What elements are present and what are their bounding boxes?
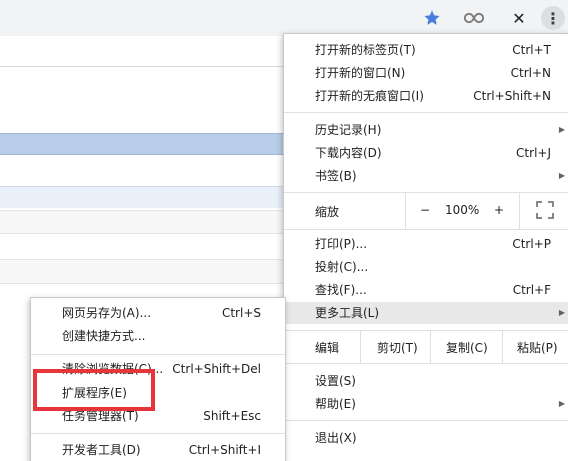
menu-item-new-tab[interactable]: 打开新的标签页(T) Ctrl+T xyxy=(284,39,568,61)
highlight-box xyxy=(33,369,155,411)
menu-item-new-window[interactable]: 打开新的窗口(N) Ctrl+N xyxy=(284,62,568,84)
infinity-extension-icon[interactable] xyxy=(462,6,486,30)
submenu-item-shortcut: Ctrl+Shift+Del xyxy=(172,362,261,376)
menu-item-label: 下载内容(D) xyxy=(315,146,382,160)
submenu-item-shortcut: Ctrl+S xyxy=(221,306,261,320)
menu-item-print[interactable]: 打印(P)... Ctrl+P xyxy=(284,233,568,255)
menu-item-shortcut: Ctrl+F xyxy=(512,283,551,297)
submenu-item-shortcut: Shift+Esc xyxy=(203,409,261,423)
menu-item-settings[interactable]: 设置(S) xyxy=(284,370,568,392)
bookmark-star-icon[interactable] xyxy=(420,6,444,30)
zoom-out-button[interactable]: − xyxy=(420,203,430,217)
menu-item-find[interactable]: 查找(F)... Ctrl+F xyxy=(284,279,568,301)
fullscreen-icon[interactable] xyxy=(536,201,554,222)
submenu-arrow-icon: ▶ xyxy=(558,308,565,317)
menu-item-cast[interactable]: 投射(C)... xyxy=(284,256,568,278)
menu-item-label: 更多工具(L) xyxy=(315,306,380,320)
edit-divider xyxy=(360,331,361,363)
submenu-item-label: 网页另存为(A)... xyxy=(62,306,152,320)
zoom-value: 100% xyxy=(445,203,480,217)
menu-item-more-tools[interactable]: 更多工具(L) ▶ xyxy=(284,302,568,324)
menu-item-exit[interactable]: 退出(X) xyxy=(284,427,568,449)
menu-item-label: 帮助(E) xyxy=(315,397,356,411)
menu-item-shortcut: Ctrl+P xyxy=(512,237,551,251)
submenu-item-label: 开发者工具(D) xyxy=(62,443,141,457)
submenu-separator xyxy=(31,433,285,434)
copy-button[interactable]: 复制(C) xyxy=(446,339,488,356)
menu-item-label: 设置(S) xyxy=(315,374,356,388)
menu-item-shortcut: Ctrl+T xyxy=(512,43,551,57)
close-glyph: ✕ xyxy=(512,8,526,28)
edit-divider xyxy=(430,331,431,363)
submenu-arrow-icon: ▶ xyxy=(558,171,565,180)
menu-item-help[interactable]: 帮助(E) ▶ xyxy=(284,393,568,415)
menu-separator xyxy=(284,363,568,364)
menu-item-downloads[interactable]: 下载内容(D) Ctrl+J xyxy=(284,142,568,164)
cut-button[interactable]: 剪切(T) xyxy=(377,339,418,356)
menu-item-shortcut: Ctrl+J xyxy=(516,146,551,160)
menu-item-label: 打开新的无痕窗口(I) xyxy=(315,89,424,103)
submenu-separator xyxy=(31,354,285,355)
menu-separator xyxy=(284,229,568,230)
zoom-label: 缩放 xyxy=(315,205,340,219)
close-icon[interactable]: ✕ xyxy=(507,6,531,30)
browser-toolbar: ✕ ⋮ xyxy=(0,0,568,36)
menu-item-label: 打开新的窗口(N) xyxy=(315,66,406,80)
menu-item-label: 打开新的标签页(T) xyxy=(315,43,416,57)
menu-item-new-incognito[interactable]: 打开新的无痕窗口(I) Ctrl+Shift+N xyxy=(284,85,568,107)
menu-item-shortcut: Ctrl+Shift+N xyxy=(473,89,551,103)
menu-item-history[interactable]: 历史记录(H) ▶ xyxy=(284,119,568,141)
menu-zoom-row: 缩放 − 100% + xyxy=(284,193,568,229)
address-bar[interactable] xyxy=(0,4,456,32)
submenu-item-shortcut: Ctrl+Shift+I xyxy=(188,443,261,457)
menu-item-label: 打印(P)... xyxy=(315,237,368,251)
submenu-arrow-icon: ▶ xyxy=(558,399,565,408)
edit-divider xyxy=(502,331,503,363)
menu-item-label: 历史记录(H) xyxy=(315,123,382,137)
menu-separator xyxy=(284,112,568,113)
submenu-item-save-page[interactable]: 网页另存为(A)... Ctrl+S xyxy=(31,302,285,324)
submenu-item-label: 创建快捷方式... xyxy=(62,329,146,343)
submenu-item-dev-tools[interactable]: 开发者工具(D) Ctrl+Shift+I xyxy=(31,439,285,461)
menu-edit-row: 编辑 剪切(T) 复制(C) 粘贴(P) xyxy=(284,331,568,363)
edit-label: 编辑 xyxy=(315,341,340,355)
submenu-item-create-shortcut[interactable]: 创建快捷方式... xyxy=(31,325,285,347)
menu-item-bookmarks[interactable]: 书签(B) ▶ xyxy=(284,165,568,187)
more-glyph: ⋮ xyxy=(545,8,561,28)
menu-item-label: 查找(F)... xyxy=(315,283,367,297)
menu-item-shortcut: Ctrl+N xyxy=(510,66,551,80)
chrome-main-menu: 打开新的标签页(T) Ctrl+T 打开新的窗口(N) Ctrl+N 打开新的无… xyxy=(283,33,568,461)
menu-item-label: 书签(B) xyxy=(315,169,357,183)
paste-button[interactable]: 粘贴(P) xyxy=(517,339,558,356)
submenu-arrow-icon: ▶ xyxy=(558,125,565,134)
menu-item-label: 退出(X) xyxy=(315,431,357,445)
zoom-in-button[interactable]: + xyxy=(494,203,504,217)
menu-item-label: 投射(C)... xyxy=(315,260,369,274)
zoom-divider xyxy=(405,193,406,229)
menu-separator xyxy=(284,420,568,421)
zoom-divider xyxy=(519,193,520,229)
more-menu-icon[interactable]: ⋮ xyxy=(541,6,565,30)
